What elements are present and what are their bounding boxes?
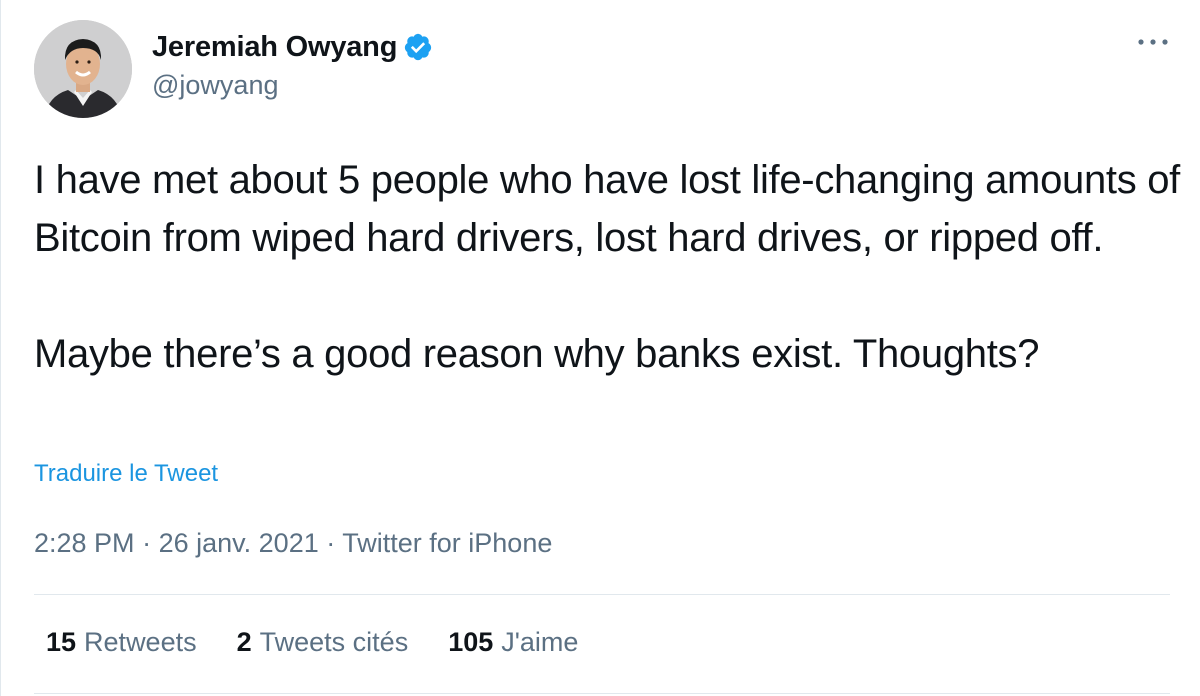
tweet-text: I have met about 5 people who have lost … — [34, 151, 1184, 383]
retweets-count: 15 — [46, 627, 77, 657]
quote-tweets-label: Tweets cités — [259, 627, 409, 657]
author-handle[interactable]: @jowyang — [152, 70, 278, 101]
quote-tweets-stat[interactable]: 2 Tweets cités — [237, 627, 409, 658]
tweet-time[interactable]: 2:28 PM — [34, 528, 135, 558]
engagement-stats: 15 Retweets 2 Tweets cités 105 J'aime — [46, 627, 618, 658]
verified-badge-icon — [403, 32, 433, 62]
divider-bottom — [34, 693, 1170, 694]
tweet-paragraph: I have met about 5 people who have lost … — [34, 158, 1191, 260]
retweets-label: Retweets — [84, 627, 197, 657]
translate-tweet-link[interactable]: Traduire le Tweet — [34, 460, 218, 488]
meta-separator: · — [142, 528, 152, 558]
retweets-stat[interactable]: 15 Retweets — [46, 627, 197, 658]
tweet-source[interactable]: Twitter for iPhone — [342, 528, 552, 558]
author-display-name[interactable]: Jeremiah Owyang — [152, 31, 397, 64]
author-name-row: Jeremiah Owyang — [152, 28, 433, 66]
tweet-date[interactable]: 26 janv. 2021 — [159, 528, 319, 558]
quote-tweets-count: 2 — [236, 627, 252, 657]
tweet-paragraph: Maybe there’s a good reason why banks ex… — [34, 332, 1040, 376]
divider-top — [34, 594, 1170, 595]
avatar[interactable] — [34, 20, 132, 118]
likes-count: 105 — [448, 627, 494, 657]
meta-separator: · — [326, 528, 336, 558]
tweet-metadata: 2:28 PM · 26 janv. 2021 · Twitter for iP… — [34, 528, 552, 559]
more-options-icon[interactable] — [1136, 32, 1170, 52]
likes-label: J'aime — [501, 627, 579, 657]
likes-stat[interactable]: 105 J'aime — [448, 627, 578, 658]
avatar-photo-icon — [34, 20, 132, 118]
left-border — [0, 0, 1, 696]
